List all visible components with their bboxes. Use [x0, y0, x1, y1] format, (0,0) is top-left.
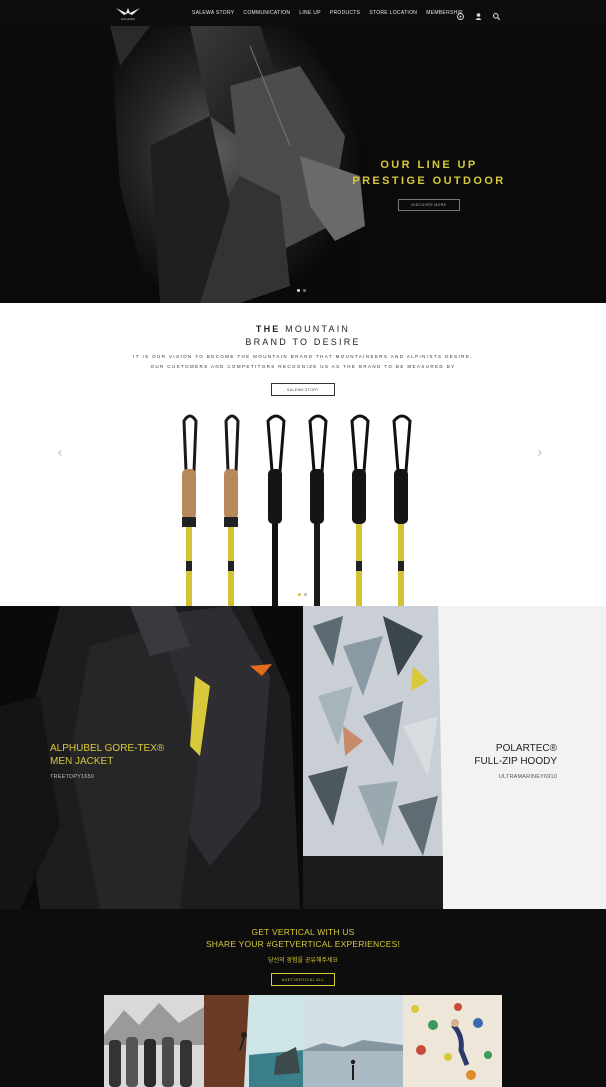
user-icon[interactable] [474, 8, 483, 20]
social-heading-line2: SHARE YOUR #GETVERTICAL EXPERIENCES! [205, 939, 401, 949]
brand-desc-line1: IT IS OUR VISION TO BECOME THE MOUNTAIN … [133, 354, 473, 359]
nav-item-line-up[interactable]: LINE UP [299, 10, 321, 16]
getvertical-section: GET VERTICAL WITH US SHARE YOUR #GETVERT… [0, 909, 606, 1087]
hero-title-line2: PRESTIGE OUTDOOR [352, 175, 506, 187]
trekking-pole-cork-1 [182, 414, 198, 606]
product-panel-alphubel[interactable]: ALPHUBEL GORE-TEX® MEN JACKET TREETOPY16… [0, 606, 303, 909]
carousel-dot[interactable] [303, 289, 306, 292]
product-name-line2: FULL-ZIP HOODY [474, 756, 557, 767]
hero-banner: OUR LINE UP PRESTIGE OUTDOOR DISCOVER MO… [0, 26, 606, 303]
social-heading-line1: GET VERTICAL WITH US [251, 927, 355, 937]
brand-description: IT IS OUR VISION TO BECOME THE MOUNTAIN … [0, 352, 606, 372]
carousel-dot[interactable] [304, 593, 307, 596]
social-heading: GET VERTICAL WITH US SHARE YOUR #GETVERT… [0, 926, 606, 950]
discover-more-button[interactable]: DISCOVER MORE [398, 199, 460, 211]
polartec-hoody-image [303, 606, 606, 909]
social-korean-text: 당신의 경험을 공유해주세요 [267, 957, 339, 964]
social-photo-grid [104, 995, 502, 1087]
product-name-line1: POLARTEC® [495, 743, 557, 754]
brand-section: THE MOUNTAIN BRAND TO DESIRE IT IS OUR V… [0, 303, 606, 606]
carousel-dot[interactable] [297, 289, 300, 292]
brand-desc-line2: OUR CUSTOMERS AND COMPETITORS RECOGNIZE … [150, 364, 456, 369]
trekking-pole-yellow-2 [392, 414, 412, 606]
brand-title-line2: BRAND TO DESIRE [245, 337, 361, 347]
brand-title-rest: MOUNTAIN [280, 324, 351, 334]
hero-carousel-dots [297, 289, 306, 292]
main-menu: SALEWA STORY COMMUNICATION LINE UP PRODU… [192, 0, 463, 26]
brand-title-bold: THE [255, 324, 281, 334]
product-name-line1: ALPHUBEL GORE-TEX® [50, 743, 165, 754]
top-navigation: SALEWA SALEWA STORY COMMUNICATION LINE U… [0, 0, 606, 26]
trekking-pole-cork-2 [224, 414, 240, 606]
trekking-pole-black-2 [308, 414, 328, 606]
carousel-dot[interactable] [298, 593, 301, 596]
trekking-pole-yellow-1 [350, 414, 370, 606]
nav-item-store-location[interactable]: STORE LOCATION [369, 10, 417, 16]
product-code: ULTRAMARINEY6910 [498, 774, 557, 780]
nav-item-salewa-story[interactable]: SALEWA STORY [192, 10, 234, 16]
brand-title: THE MOUNTAIN BRAND TO DESIRE [0, 323, 606, 349]
social-photo-lake[interactable] [303, 995, 403, 1087]
social-photo-climber[interactable] [203, 995, 303, 1087]
hero-jacket-image [0, 26, 606, 303]
hero-title-line1: OUR LINE UP [380, 159, 478, 171]
nav-icon-group [456, 8, 501, 21]
product-name: POLARTEC® FULL-ZIP HOODY [463, 742, 557, 768]
trekking-pole-black-1 [266, 414, 286, 606]
product-name: ALPHUBEL GORE-TEX® MEN JACKET [50, 742, 164, 768]
hero-title: OUR LINE UP PRESTIGE OUTDOOR [344, 157, 514, 189]
carousel-next-arrow[interactable]: › [537, 445, 543, 461]
trekking-poles-image [182, 414, 412, 606]
nav-item-products[interactable]: PRODUCTS [330, 10, 360, 16]
social-photo-group[interactable] [104, 995, 204, 1087]
product-panel-polartec[interactable]: POLARTEC® FULL-ZIP HOODY ULTRAMARINEY691… [303, 606, 606, 909]
salewa-logo[interactable]: SALEWA [112, 4, 144, 22]
product-code: TREETOPY1650 [50, 774, 95, 780]
product-carousel-dots [298, 593, 307, 596]
carousel-prev-arrow[interactable]: ‹ [57, 445, 63, 461]
eagle-logo-icon [116, 8, 140, 15]
social-photo-climbing-wall[interactable] [402, 995, 502, 1087]
search-icon[interactable] [492, 8, 501, 21]
globe-icon[interactable] [456, 8, 465, 20]
product-name-line2: MEN JACKET [50, 756, 114, 767]
salewa-story-button[interactable]: SALEWA STORY [271, 383, 335, 396]
nav-item-communication[interactable]: COMMUNICATION [243, 10, 290, 16]
getvertical-all-button[interactable]: #GETVERTICAL ALL [271, 973, 335, 986]
logo-text: SALEWA [120, 17, 136, 21]
